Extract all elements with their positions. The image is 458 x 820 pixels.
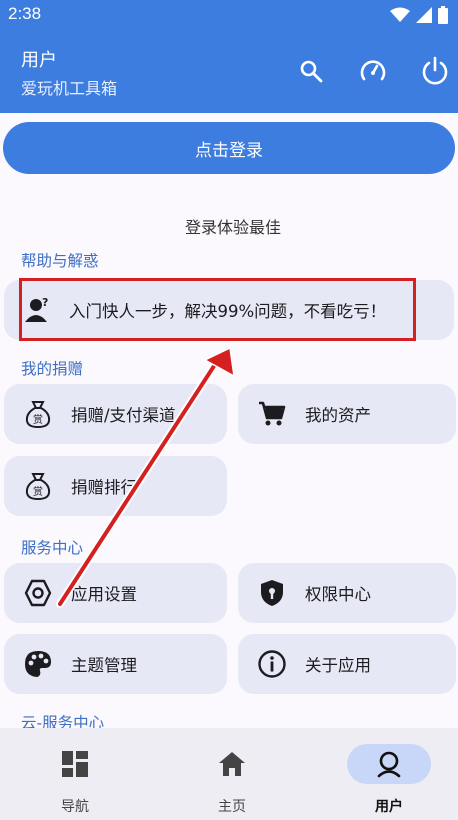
- card-label: 主题管理: [71, 656, 137, 675]
- speedometer-icon: [360, 60, 386, 81]
- card-my-assets[interactable]: 我的资产: [238, 384, 456, 444]
- login-hint: 登录体验最佳: [184, 218, 281, 237]
- svg-text:赏: 赏: [33, 486, 43, 498]
- card-permission-center[interactable]: 权限中心: [238, 563, 456, 623]
- bottom-navigation: 导航 主页 用户: [0, 728, 458, 820]
- home-icon: [219, 752, 245, 776]
- money-bag-icon: 赏: [21, 397, 55, 431]
- nav-indicator: [347, 744, 431, 784]
- section-donate-title: 我的捐赠: [21, 360, 84, 378]
- info-icon: [255, 647, 289, 681]
- nav-label: 导航: [61, 799, 89, 815]
- card-label: 捐赠排行: [71, 478, 137, 497]
- highlight-box: [19, 278, 416, 341]
- card-donate-channel[interactable]: 赏 捐赠/支付渠道: [4, 384, 227, 444]
- nav-label: 主页: [218, 799, 246, 815]
- card-about-app[interactable]: 关于应用: [238, 634, 456, 694]
- power-icon: [422, 56, 448, 85]
- nav-indicator: [33, 744, 117, 784]
- card-app-settings[interactable]: 应用设置: [4, 563, 227, 623]
- card-label: 权限中心: [305, 585, 371, 604]
- palette-icon: [21, 647, 55, 681]
- status-icons: [390, 6, 448, 24]
- page-title: 用户: [21, 50, 57, 71]
- wifi-icon: [390, 7, 410, 22]
- user-icon: [377, 751, 401, 778]
- section-service-title: 服务中心: [21, 539, 84, 557]
- svg-text:赏: 赏: [33, 414, 43, 426]
- dashboard-icon: [62, 751, 88, 777]
- search-button[interactable]: [294, 54, 328, 88]
- card-label: 捐赠/支付渠道: [71, 406, 176, 425]
- card-label: 我的资产: [305, 406, 371, 425]
- app-bar: 用户 爱玩机工具箱: [0, 30, 458, 113]
- nav-item-home[interactable]: 主页: [174, 728, 294, 820]
- settings-hexagon-icon: [21, 576, 55, 610]
- card-theme-management[interactable]: 主题管理: [4, 634, 227, 694]
- status-time: 2:38: [8, 4, 42, 23]
- card-donate-ranking[interactable]: 赏 捐赠排行: [4, 456, 227, 516]
- nav-item-navigation[interactable]: 导航: [17, 728, 137, 820]
- shield-lock-icon: [255, 576, 289, 610]
- status-bar: 2:38: [0, 0, 458, 30]
- power-button[interactable]: [418, 54, 452, 88]
- nav-label: 用户: [375, 799, 403, 815]
- signal-icon: [416, 7, 432, 23]
- cart-icon: [255, 397, 289, 431]
- section-help-title: 帮助与解惑: [21, 252, 99, 270]
- search-icon: [300, 60, 323, 83]
- card-label: 关于应用: [305, 656, 371, 675]
- money-bag-icon: 赏: [21, 469, 55, 503]
- page-subtitle: 爱玩机工具箱: [21, 79, 118, 98]
- nav-item-user[interactable]: 用户: [331, 728, 451, 820]
- login-button[interactable]: 点击登录: [3, 122, 455, 174]
- speedometer-button[interactable]: [356, 54, 390, 88]
- nav-indicator: [190, 744, 274, 784]
- card-label: 应用设置: [71, 585, 137, 604]
- battery-icon: [438, 6, 448, 24]
